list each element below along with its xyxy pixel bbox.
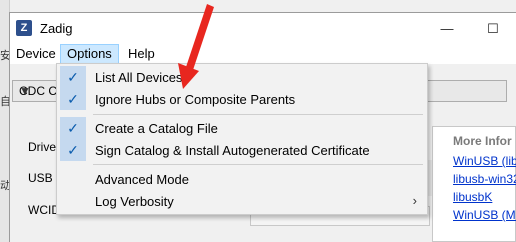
check-icon: ✓ (60, 139, 86, 161)
check-icon: ✓ (60, 117, 86, 139)
menu-separator (93, 164, 423, 165)
maximize-icon[interactable]: ☐ (470, 13, 516, 44)
menu-options[interactable]: Options (60, 44, 119, 64)
menu-item-ignore-hubs[interactable]: ✓ Ignore Hubs or Composite Parents (57, 88, 427, 110)
menu-item-create-catalog[interactable]: ✓ Create a Catalog File (57, 117, 427, 139)
menu-item-list-all-devices[interactable]: ✓ List All Devices (57, 66, 427, 88)
check-icon: ✓ (60, 88, 86, 110)
menu-item-sign-catalog[interactable]: ✓ Sign Catalog & Install Autogenerated C… (57, 139, 427, 161)
menu-separator (93, 114, 423, 115)
info-panel-title: More Infor (453, 134, 512, 148)
menu-item-label: Sign Catalog & Install Autogenerated Cer… (95, 143, 370, 158)
title-bar[interactable]: Z Zadig — ☐ (10, 13, 516, 44)
zadig-app-icon: Z (16, 20, 32, 36)
check-icon: ✓ (60, 66, 86, 88)
info-link-libusbk[interactable]: libusbK (453, 190, 492, 204)
menu-device[interactable]: Device (10, 44, 62, 64)
info-link-winusb-microsoft[interactable]: WinUSB (Micr (453, 208, 516, 222)
info-link-winusb[interactable]: WinUSB (libus (453, 154, 516, 168)
menu-item-label: Create a Catalog File (95, 121, 218, 136)
menu-item-label: Log Verbosity (95, 194, 174, 209)
menu-item-label: Ignore Hubs or Composite Parents (95, 92, 296, 107)
menu-item-log-verbosity[interactable]: Log Verbosity › (57, 190, 427, 212)
chevron-right-icon: › (412, 193, 417, 208)
minimize-icon[interactable]: — (424, 13, 470, 44)
window-title: Zadig (40, 21, 73, 36)
menu-item-advanced-mode[interactable]: Advanced Mode (57, 168, 427, 190)
info-panel: More Infor WinUSB (libus libusb-win32 li… (432, 126, 516, 242)
menu-item-label: List All Devices (95, 70, 183, 85)
menu-help[interactable]: Help (122, 44, 161, 64)
options-dropdown-menu: ✓ List All Devices ✓ Ignore Hubs or Comp… (56, 63, 428, 215)
menu-bar: Device Options Help (10, 44, 516, 64)
info-link-libusb-win32[interactable]: libusb-win32 (453, 172, 516, 186)
menu-item-label: Advanced Mode (95, 172, 189, 187)
